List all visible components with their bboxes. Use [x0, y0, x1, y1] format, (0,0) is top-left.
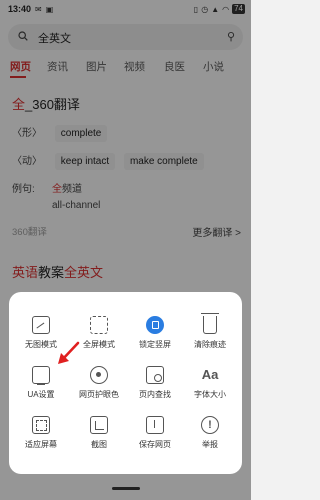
find-in-page-icon: [146, 366, 164, 384]
home-indicator[interactable]: [112, 487, 140, 490]
menu-item-label: UA设置: [27, 390, 55, 399]
menu-item-label: 网页护眼色: [79, 390, 119, 399]
menu-item-font-size[interactable]: Aa 字体大小: [181, 366, 239, 400]
fit-screen-icon: [32, 416, 50, 434]
menu-item-clear-traces[interactable]: 清除痕迹: [181, 313, 239, 350]
menu-item-label: 保存网页: [139, 440, 171, 449]
menu-item-lock-portrait[interactable]: 锁定竖屏: [126, 316, 184, 350]
menu-item-label: 页内查找: [139, 390, 171, 399]
screenshot-icon: [90, 416, 108, 434]
font-size-icon: Aa: [201, 367, 219, 382]
menu-item-label: 举报: [202, 440, 218, 449]
report-icon: [201, 416, 219, 434]
menu-item-eye-care[interactable]: 网页护眼色: [70, 366, 128, 400]
no-image-icon: [32, 316, 50, 334]
menu-item-save-page[interactable]: 保存网页: [126, 416, 184, 450]
red-arrow-annotation: [58, 341, 80, 364]
menu-item-report[interactable]: 举报: [181, 416, 239, 450]
menu-item-screenshot[interactable]: 截图: [70, 416, 128, 450]
ua-monitor-icon: [32, 366, 50, 386]
lock-portrait-icon: [146, 316, 164, 334]
menu-item-label: 字体大小: [194, 390, 226, 399]
menu-item-find-in-page[interactable]: 页内查找: [126, 366, 184, 400]
trash-icon: [201, 313, 219, 334]
tools-menu-panel: 无图模式 全屏模式 锁定竖屏 清除痕迹 UA设置 网页护眼色 页内查找 Aa 字…: [9, 292, 242, 474]
menu-item-label: 截图: [91, 440, 107, 449]
menu-item-fit-screen[interactable]: 适应屏幕: [12, 416, 70, 450]
menu-item-ua-settings[interactable]: UA设置: [12, 366, 70, 400]
fullscreen-icon: [90, 316, 108, 334]
save-page-icon: [146, 416, 164, 434]
menu-item-label: 清除痕迹: [194, 340, 226, 349]
menu-item-label: 锁定竖屏: [139, 340, 171, 349]
menu-item-label: 适应屏幕: [25, 440, 57, 449]
eye-care-icon: [90, 366, 108, 384]
